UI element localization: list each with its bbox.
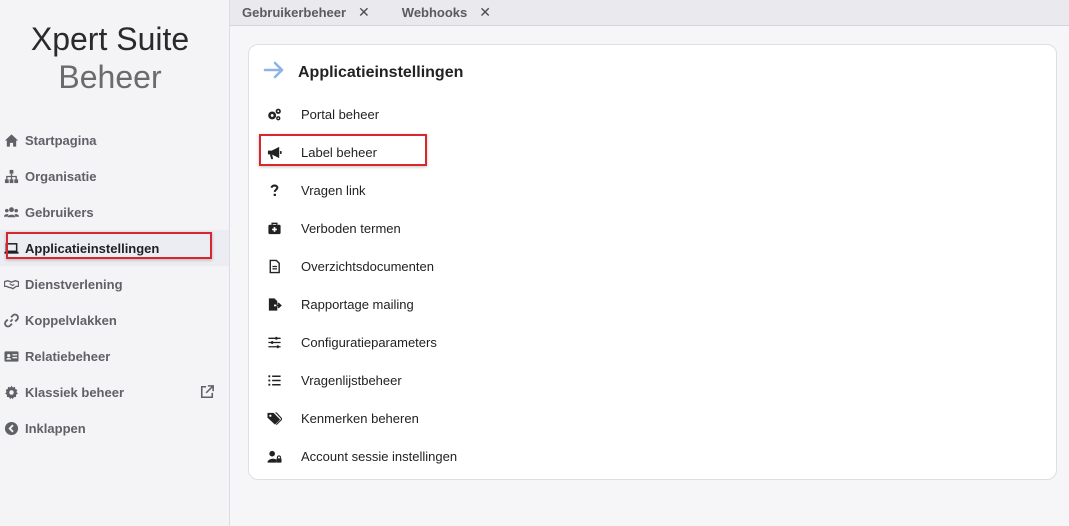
settings-list: Portal beheer Label beheer Vragen link V… xyxy=(249,95,1056,475)
file-export-icon xyxy=(249,297,299,312)
medkit-icon xyxy=(249,221,299,236)
tab-gebruikerbeheer[interactable]: Gebruikerbeheer ✕ xyxy=(242,4,370,21)
list-item-vragenlijstbeheer[interactable]: Vragenlijstbeheer xyxy=(249,361,1056,399)
close-icon[interactable]: ✕ xyxy=(358,4,370,21)
list-item-label: Configuratieparameters xyxy=(301,334,437,350)
megaphone-icon xyxy=(249,145,299,160)
sidebar-item-label: Inklappen xyxy=(25,420,86,436)
sidebar-item-relatiebeheer[interactable]: Relatiebeheer xyxy=(0,338,229,374)
tags-icon xyxy=(249,411,299,426)
handshake-icon xyxy=(0,277,25,292)
tab-bar: Gebruikerbeheer ✕ Webhooks ✕ xyxy=(230,0,1069,26)
brand-logo: Xpert Suite Beheer xyxy=(0,20,220,96)
list-item-label: Kenmerken beheren xyxy=(301,410,419,426)
cogs-icon xyxy=(249,107,299,122)
list-item-verboden-termen[interactable]: Verboden termen xyxy=(249,209,1056,247)
list-item-label: Overzichtsdocumenten xyxy=(301,258,434,274)
brand-title: Xpert Suite xyxy=(30,21,190,57)
sidebar-item-label: Startpagina xyxy=(25,132,97,148)
close-icon[interactable]: ✕ xyxy=(479,4,491,21)
list-item-label: Vragen link xyxy=(301,182,366,198)
external-link-icon[interactable] xyxy=(200,385,214,399)
list-item-label: Verboden termen xyxy=(301,220,401,236)
list-item-configuratieparameters[interactable]: Configuratieparameters xyxy=(249,323,1056,361)
brand-subtitle: Beheer xyxy=(58,59,162,95)
sidebar-item-gebruikers[interactable]: Gebruikers xyxy=(0,194,229,230)
page-title: Applicatieinstellingen xyxy=(298,63,464,81)
list-item-rapportage-mailing[interactable]: Rapportage mailing xyxy=(249,285,1056,323)
gear-icon xyxy=(0,385,25,400)
sidebar-item-inklappen[interactable]: Inklappen xyxy=(0,410,229,446)
chevron-left-circle-icon xyxy=(0,421,25,436)
sidebar-item-label: Klassiek beheer xyxy=(25,384,125,400)
sidebar: Xpert Suite Beheer Startpagina Organisat… xyxy=(0,0,230,526)
tab-webhooks[interactable]: Webhooks ✕ xyxy=(402,4,491,21)
sidebar-item-klassiek-beheer[interactable]: Klassiek beheer xyxy=(0,374,229,410)
settings-panel: Applicatieinstellingen Portal beheer Lab… xyxy=(248,44,1057,480)
sidebar-item-label: Applicatieinstellingen xyxy=(25,240,160,256)
list-item-overzichtsdocumenten[interactable]: Overzichtsdocumenten xyxy=(249,247,1056,285)
laptop-icon xyxy=(0,241,25,256)
sidebar-item-koppelvlakken[interactable]: Koppelvlakken xyxy=(0,302,229,338)
sidebar-item-startpagina[interactable]: Startpagina xyxy=(0,122,229,158)
sidebar-item-label: Gebruikers xyxy=(25,204,94,220)
sidebar-nav: Startpagina Organisatie Gebruikers Appli… xyxy=(0,122,229,446)
list-item-label: Portal beheer xyxy=(301,106,380,122)
tab-label: Webhooks xyxy=(401,5,468,20)
list-item-label-beheer[interactable]: Label beheer xyxy=(249,133,1056,171)
home-icon xyxy=(0,133,25,148)
list-item-label: Rapportage mailing xyxy=(301,296,414,312)
list-item-portal-beheer[interactable]: Portal beheer xyxy=(249,95,1056,133)
list-item-label: Vragenlijstbeheer xyxy=(301,372,402,388)
list-item-vragen-link[interactable]: Vragen link xyxy=(249,171,1056,209)
sliders-icon xyxy=(249,335,299,350)
list-item-label: Label beheer xyxy=(301,144,377,160)
link-icon xyxy=(0,313,25,328)
users-icon xyxy=(0,205,25,220)
panel-header: Applicatieinstellingen xyxy=(263,59,463,86)
document-icon xyxy=(249,259,299,274)
sidebar-item-label: Koppelvlakken xyxy=(25,312,117,328)
list-item-label: Account sessie instellingen xyxy=(301,448,458,464)
sidebar-item-applicatieinstellingen[interactable]: Applicatieinstellingen xyxy=(0,230,229,266)
sidebar-item-dienstverlening[interactable]: Dienstverlening xyxy=(0,266,229,302)
arrow-right-icon[interactable] xyxy=(263,59,285,86)
tab-label: Gebruikerbeheer xyxy=(242,5,347,20)
list-item-account-sessie-instellingen[interactable]: Account sessie instellingen xyxy=(249,437,1056,475)
user-lock-icon xyxy=(249,449,299,464)
sidebar-item-organisatie[interactable]: Organisatie xyxy=(0,158,229,194)
sidebar-item-label: Dienstverlening xyxy=(25,276,123,292)
sidebar-item-label: Relatiebeheer xyxy=(25,348,111,364)
id-card-icon xyxy=(0,349,25,364)
sitemap-icon xyxy=(0,169,25,184)
sidebar-item-label: Organisatie xyxy=(25,168,97,184)
list-item-kenmerken-beheren[interactable]: Kenmerken beheren xyxy=(249,399,1056,437)
question-icon xyxy=(249,183,299,198)
list-icon xyxy=(249,373,299,388)
